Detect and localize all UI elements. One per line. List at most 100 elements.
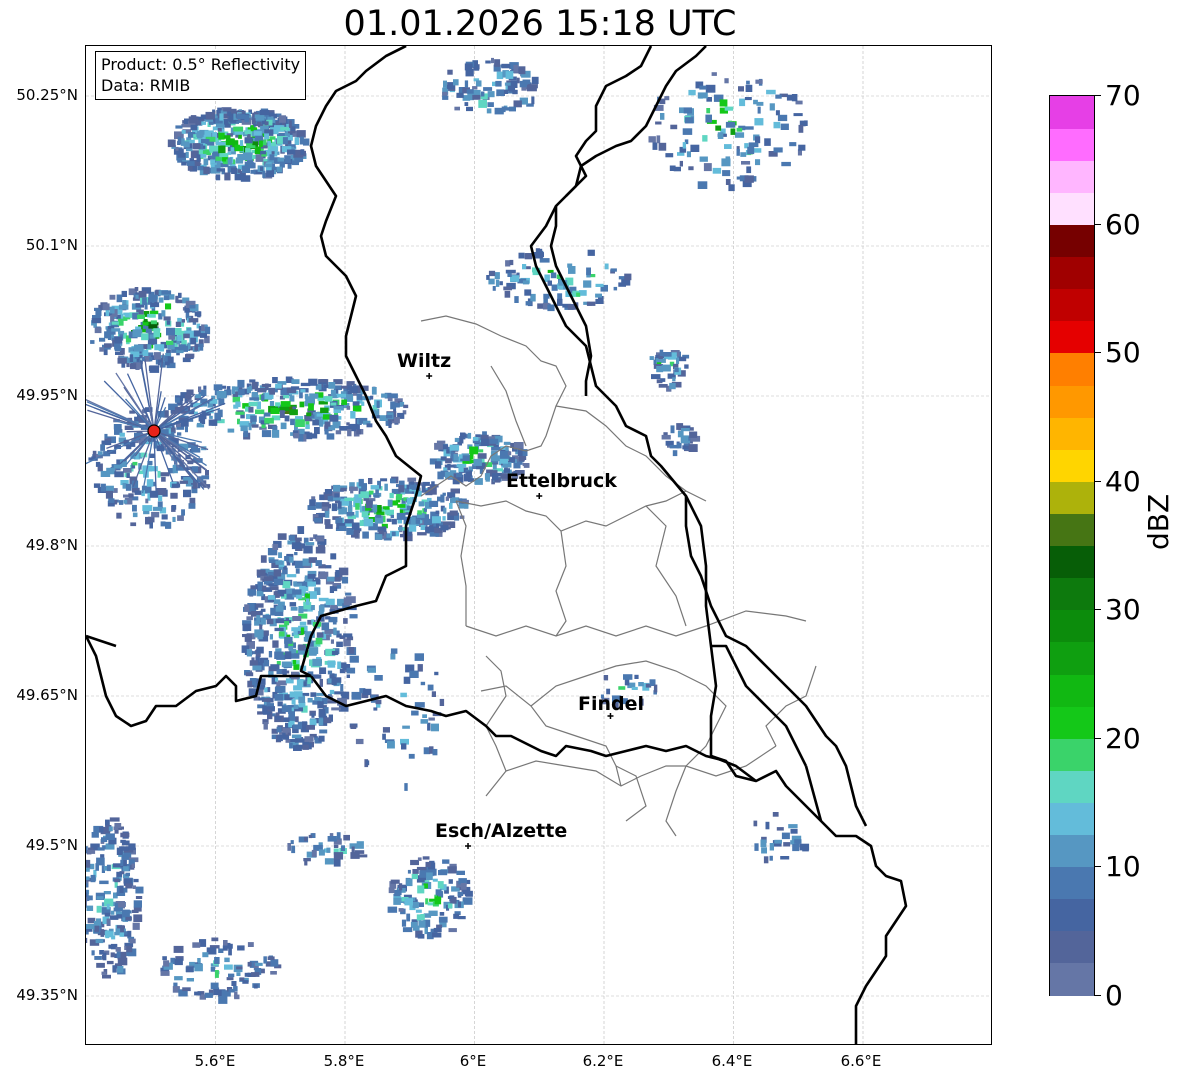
echo-cell [341, 385, 348, 389]
echo-cell [223, 135, 231, 139]
radar-map[interactable] [85, 45, 992, 1045]
echo-cell [225, 138, 235, 146]
echo-cell [466, 89, 474, 94]
echo-cell [274, 627, 284, 632]
echo-cell [266, 618, 274, 625]
echo-cell [486, 275, 490, 280]
echo-cell [307, 574, 316, 579]
echo-cell [347, 505, 353, 513]
echo-cell [325, 524, 333, 529]
echo-cell [439, 698, 445, 706]
echo-cell [507, 272, 512, 277]
echo-cell [457, 891, 464, 896]
echo-cell [277, 589, 287, 594]
echo-cell [161, 514, 168, 520]
echo-cell [214, 957, 220, 964]
echo-cell [464, 80, 469, 88]
echo-cell [804, 120, 808, 126]
echo-cell [311, 713, 315, 718]
echo-cell [167, 139, 176, 148]
colorbar-segment [1050, 224, 1094, 258]
echo-cell [293, 634, 300, 639]
echo-cell [393, 897, 401, 905]
echo-cell [197, 165, 204, 171]
echo-cell [438, 916, 448, 923]
echo-cell [513, 100, 522, 108]
echo-cell [496, 71, 504, 80]
echo-cell [336, 641, 343, 647]
echo-cell [547, 304, 555, 312]
echo-cell [339, 525, 347, 531]
echo-cell [210, 982, 219, 989]
echo-cell [226, 386, 231, 390]
echo-cell [148, 365, 153, 371]
echo-cell [325, 565, 332, 569]
echo-cell [223, 108, 232, 112]
echo-cell [178, 292, 182, 299]
echo-cell [328, 678, 332, 683]
echo-cell [272, 429, 280, 438]
echo-cell [177, 335, 182, 341]
echo-cell [686, 151, 691, 158]
echo-cell [105, 833, 115, 840]
echo-cell [114, 830, 119, 834]
echo-cell [724, 78, 729, 84]
lon-tick-label: 6.6°E [840, 1052, 882, 1070]
echo-cell [242, 623, 252, 631]
echo-cell [142, 349, 149, 357]
echo-cell [118, 500, 124, 505]
echo-cell [349, 614, 358, 619]
echo-cell [97, 451, 103, 456]
echo-cell [273, 599, 281, 604]
echo-cell [396, 493, 403, 501]
echo-cell [263, 412, 271, 417]
echo-cell [397, 504, 406, 508]
echo-cell [311, 849, 317, 858]
echo-cell [263, 711, 271, 715]
echo-cell [380, 478, 388, 482]
echo-cell [576, 292, 581, 297]
echo-cell [294, 137, 300, 145]
echo-cell [324, 858, 334, 865]
echo-cell [672, 377, 676, 382]
echo-cell [297, 526, 305, 534]
echo-cell [306, 724, 315, 730]
echo-cell [390, 478, 396, 484]
echo-cell [203, 158, 209, 166]
echo-cell [472, 86, 478, 90]
echo-cell [316, 632, 324, 638]
echo-cell [403, 676, 411, 684]
echo-cell [464, 102, 469, 106]
echo-cell [335, 430, 342, 435]
echo-cell [254, 114, 265, 121]
echo-cell [442, 95, 449, 100]
colorbar-segment [1050, 96, 1094, 129]
echo-cell [264, 417, 274, 424]
echo-cell [289, 409, 298, 416]
echo-cell [94, 327, 102, 334]
colorbar-segment [1050, 641, 1094, 675]
echo-cell [256, 569, 266, 576]
echo-cell [439, 912, 445, 916]
echo-cell [91, 318, 102, 324]
echo-cell [99, 337, 106, 342]
echo-cell [90, 340, 95, 344]
echo-cell [215, 156, 223, 161]
echo-cell [166, 320, 171, 325]
echo-cell [365, 500, 373, 509]
echo-cell [246, 649, 252, 657]
echo-cell [373, 707, 378, 711]
echo-cell [86, 883, 89, 888]
echo-cell [102, 974, 111, 979]
echo-cell [205, 111, 215, 120]
echo-cell [264, 133, 269, 140]
echo-cell [535, 252, 544, 258]
echo-cell [260, 150, 266, 155]
echo-cell [523, 463, 530, 468]
echo-cell [459, 503, 469, 509]
radar-site-marker [147, 424, 161, 438]
echo-cell [109, 294, 116, 300]
echo-cell [754, 118, 764, 126]
echo-cell [634, 674, 639, 679]
echo-cell [264, 121, 269, 126]
